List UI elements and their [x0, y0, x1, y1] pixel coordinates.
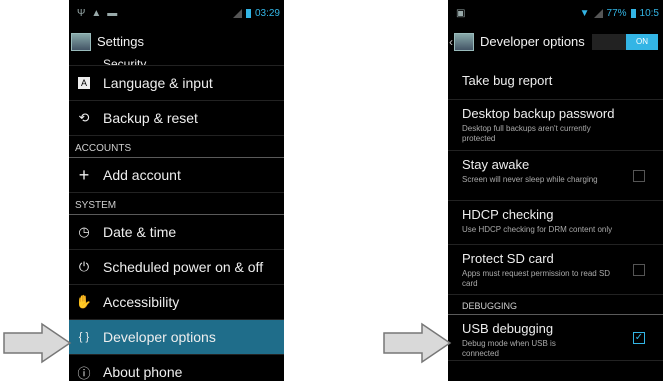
wifi-icon: ▼: [579, 8, 590, 19]
settings-app-icon[interactable]: [454, 32, 474, 51]
language-icon: A: [78, 77, 90, 89]
signal-icon: [232, 9, 242, 18]
developer-options-list: Take bug report Desktop backup password …: [448, 60, 663, 361]
add-icon: +: [78, 164, 90, 185]
status-bar: ▣ ▼ 77% 10:5: [448, 0, 663, 27]
backup-icon: ⟲: [78, 110, 90, 125]
protect-sd-checkbox[interactable]: [633, 263, 645, 276]
list-item-usb-debugging[interactable]: USB debugging Debug mode when USB is con…: [448, 315, 663, 361]
section-header-system: SYSTEM: [69, 193, 284, 215]
toggle-on-label: ON: [626, 34, 658, 50]
clock-icon: ◷: [78, 224, 90, 239]
pointer-arrow-right-icon: [383, 322, 452, 364]
list-item-scheduled-power[interactable]: ⏻ Scheduled power on & off: [69, 250, 284, 285]
usb-debugging-checkbox[interactable]: ✓: [633, 331, 645, 344]
list-item-add-account[interactable]: + Add account: [69, 158, 284, 193]
stay-awake-checkbox[interactable]: [633, 169, 645, 182]
list-item-protect-sd[interactable]: Protect SD card Apps must request permis…: [448, 245, 663, 295]
developer-toggle[interactable]: ON: [592, 34, 658, 50]
settings-list: Security A Language & input ⟲ Backup & r…: [69, 56, 284, 381]
action-bar: Settings: [69, 27, 284, 56]
braces-icon: { }: [78, 331, 90, 343]
list-item-about-phone[interactable]: ⓘ About phone: [69, 355, 284, 381]
info-icon: ⓘ: [77, 365, 91, 381]
list-item-backup-password[interactable]: Desktop backup password Desktop full bac…: [448, 100, 663, 151]
status-time: 10:5: [639, 8, 659, 19]
section-header-debugging: DEBUGGING: [448, 295, 663, 315]
list-item-language[interactable]: A Language & input: [69, 66, 284, 101]
signal-icon: [593, 9, 603, 18]
settings-screen: Ψ ▲ ▬ 03:29 Settings Security A Language…: [69, 0, 284, 381]
list-item-accessibility[interactable]: ✋ Accessibility: [69, 285, 284, 320]
usb-icon: Ψ: [77, 8, 86, 19]
list-item-hdcp[interactable]: HDCP checking Use HDCP checking for DRM …: [448, 201, 663, 245]
list-item-developer-options[interactable]: { } Developer options: [69, 320, 284, 355]
page-title: Developer options: [480, 34, 585, 49]
list-item-security[interactable]: Security: [69, 56, 284, 66]
section-header-accounts: ACCOUNTS: [69, 136, 284, 158]
status-time: 03:29: [254, 8, 280, 19]
back-chevron-icon[interactable]: ‹: [449, 35, 453, 49]
hand-icon: ✋: [75, 294, 93, 309]
list-item-date-time[interactable]: ◷ Date & time: [69, 215, 284, 250]
settings-app-icon[interactable]: [71, 32, 91, 51]
pointer-arrow-left-icon: [3, 322, 72, 364]
screenshot-icon: ▣: [456, 8, 466, 19]
list-item-stay-awake[interactable]: Stay awake Screen will never sleep while…: [448, 151, 663, 201]
page-title: Settings: [97, 34, 144, 49]
battery-icon: [245, 9, 251, 18]
power-schedule-icon: ⏻: [78, 259, 90, 274]
list-item-bug-report[interactable]: Take bug report: [448, 60, 663, 100]
warning-icon: ▲: [91, 8, 102, 19]
developer-options-screen: ▣ ▼ 77% 10:5 ‹ Developer options ON Take…: [448, 0, 663, 381]
notification-icon: ▬: [107, 8, 118, 19]
battery-percent: 77%: [606, 8, 627, 19]
list-item-backup[interactable]: ⟲ Backup & reset: [69, 101, 284, 136]
battery-icon: [630, 9, 636, 18]
status-bar: Ψ ▲ ▬ 03:29: [69, 0, 284, 27]
